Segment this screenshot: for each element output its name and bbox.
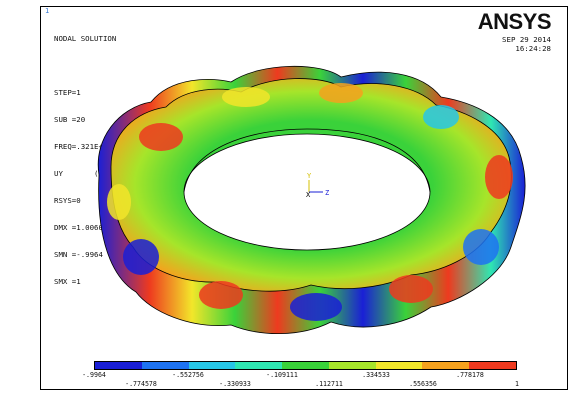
- deformed-ring-plot: Y X Z: [97, 65, 526, 335]
- color-bar-label-upper: .334533: [362, 371, 390, 379]
- color-bar-swatch: [235, 362, 283, 369]
- color-bar-label-upper: -.552756: [172, 371, 204, 379]
- color-bar-label-lower: -.774578: [125, 380, 157, 388]
- color-bar-label-upper: -.9964: [82, 371, 106, 379]
- color-bar-label-lower: .112711: [315, 380, 343, 388]
- color-bar-swatch: [469, 362, 517, 369]
- triad-z-label: Z: [325, 189, 329, 197]
- color-bar-label-lower: 1: [515, 380, 519, 388]
- color-bar-label-lower: -.330933: [219, 380, 251, 388]
- color-bar-swatch: [282, 362, 329, 369]
- graphics-window: 1 NODAL SOLUTION STEP=1 SUB =20 FREQ=.32…: [40, 6, 568, 390]
- color-bar-label-upper: -.109111: [266, 371, 298, 379]
- color-bar-swatch: [141, 362, 189, 369]
- color-bar-swatch: [422, 362, 470, 369]
- color-bar-swatch: [95, 362, 142, 369]
- color-bar-swatch: [188, 362, 236, 369]
- color-bar-label-lower: .556356: [409, 380, 437, 388]
- color-bar-swatch: [328, 362, 376, 369]
- color-bar-swatch: [375, 362, 423, 369]
- color-bar-label-upper: .778178: [456, 371, 484, 379]
- color-bar: [94, 361, 517, 370]
